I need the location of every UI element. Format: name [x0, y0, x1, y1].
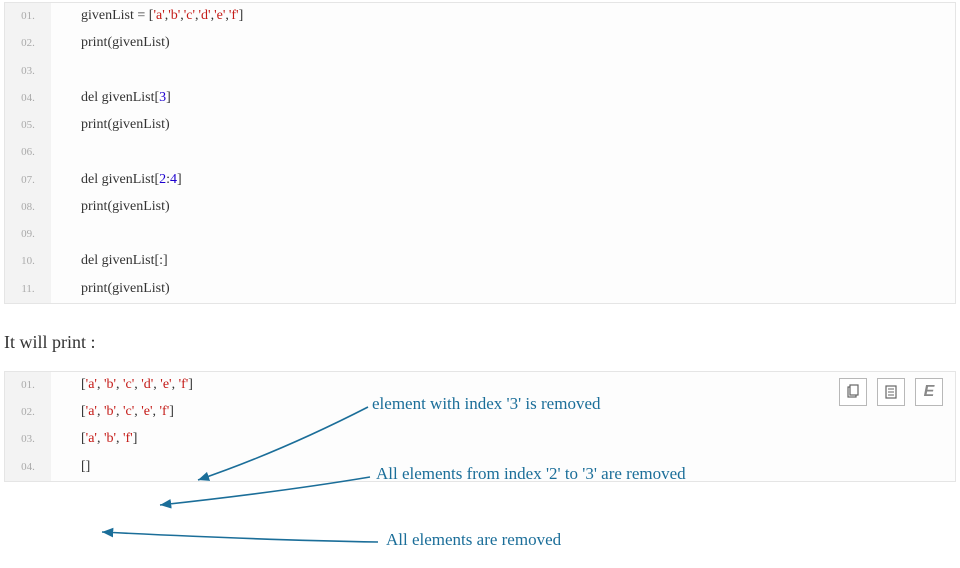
line-number: 03. [5, 426, 51, 453]
line-number: 06. [5, 139, 51, 166]
line-number: 01. [5, 3, 51, 30]
annotation-1: element with index '3' is removed [372, 394, 601, 414]
line-number: 08. [5, 194, 51, 221]
edit-icon: E [924, 383, 935, 401]
output-text: ['a', 'b', 'c', 'd', 'e', 'f'] [51, 373, 193, 398]
line-number: 02. [5, 399, 51, 426]
code-text: print(givenList) [51, 195, 170, 220]
line-number: 01. [5, 372, 51, 399]
code-text: del givenList[2:4] [51, 168, 182, 193]
view-button[interactable] [877, 378, 905, 406]
code-line: 08.print(givenList) [5, 194, 955, 221]
code-line: 01.givenList = ['a','b','c','d','e','f'] [5, 3, 955, 30]
annotation-2: All elements from index '2' to '3' are r… [376, 464, 686, 484]
code-text: del givenList[3] [51, 86, 171, 111]
output-line: 03.['a', 'b', 'f'] [5, 426, 955, 453]
code-line: 09. [5, 221, 955, 248]
line-number: 04. [5, 454, 51, 481]
line-number: 11. [5, 276, 51, 303]
intro-text: It will print : [4, 332, 960, 353]
code-text: print(givenList) [51, 31, 170, 56]
line-number: 07. [5, 167, 51, 194]
copy-button[interactable] [839, 378, 867, 406]
edit-button[interactable]: E [915, 378, 943, 406]
code-line: 02.print(givenList) [5, 30, 955, 57]
code-line: 03. [5, 58, 955, 85]
output-text: [] [51, 455, 90, 480]
code-text: del givenList[:] [51, 249, 168, 274]
code-line: 06. [5, 139, 955, 166]
line-number: 05. [5, 112, 51, 139]
line-number: 09. [5, 221, 51, 248]
code-line: 05.print(givenList) [5, 112, 955, 139]
copy-icon [845, 384, 861, 400]
code-text: print(givenList) [51, 277, 170, 302]
line-number: 10. [5, 248, 51, 275]
document-icon [883, 384, 899, 400]
code-text: givenList = ['a','b','c','d','e','f'] [51, 4, 243, 29]
code-text: print(givenList) [51, 113, 170, 138]
code-line: 11.print(givenList) [5, 276, 955, 303]
output-toolbar: E [839, 378, 943, 406]
output-text: ['a', 'b', 'c', 'e', 'f'] [51, 400, 174, 425]
annotation-3: All elements are removed [386, 530, 561, 550]
code-line: 04.del givenList[3] [5, 85, 955, 112]
code-line: 10.del givenList[:] [5, 248, 955, 275]
line-number: 03. [5, 58, 51, 85]
code-line: 07.del givenList[2:4] [5, 167, 955, 194]
line-number: 04. [5, 85, 51, 112]
line-number: 02. [5, 30, 51, 57]
output-text: ['a', 'b', 'f'] [51, 427, 137, 452]
source-code-block: 01.givenList = ['a','b','c','d','e','f']… [4, 2, 956, 304]
